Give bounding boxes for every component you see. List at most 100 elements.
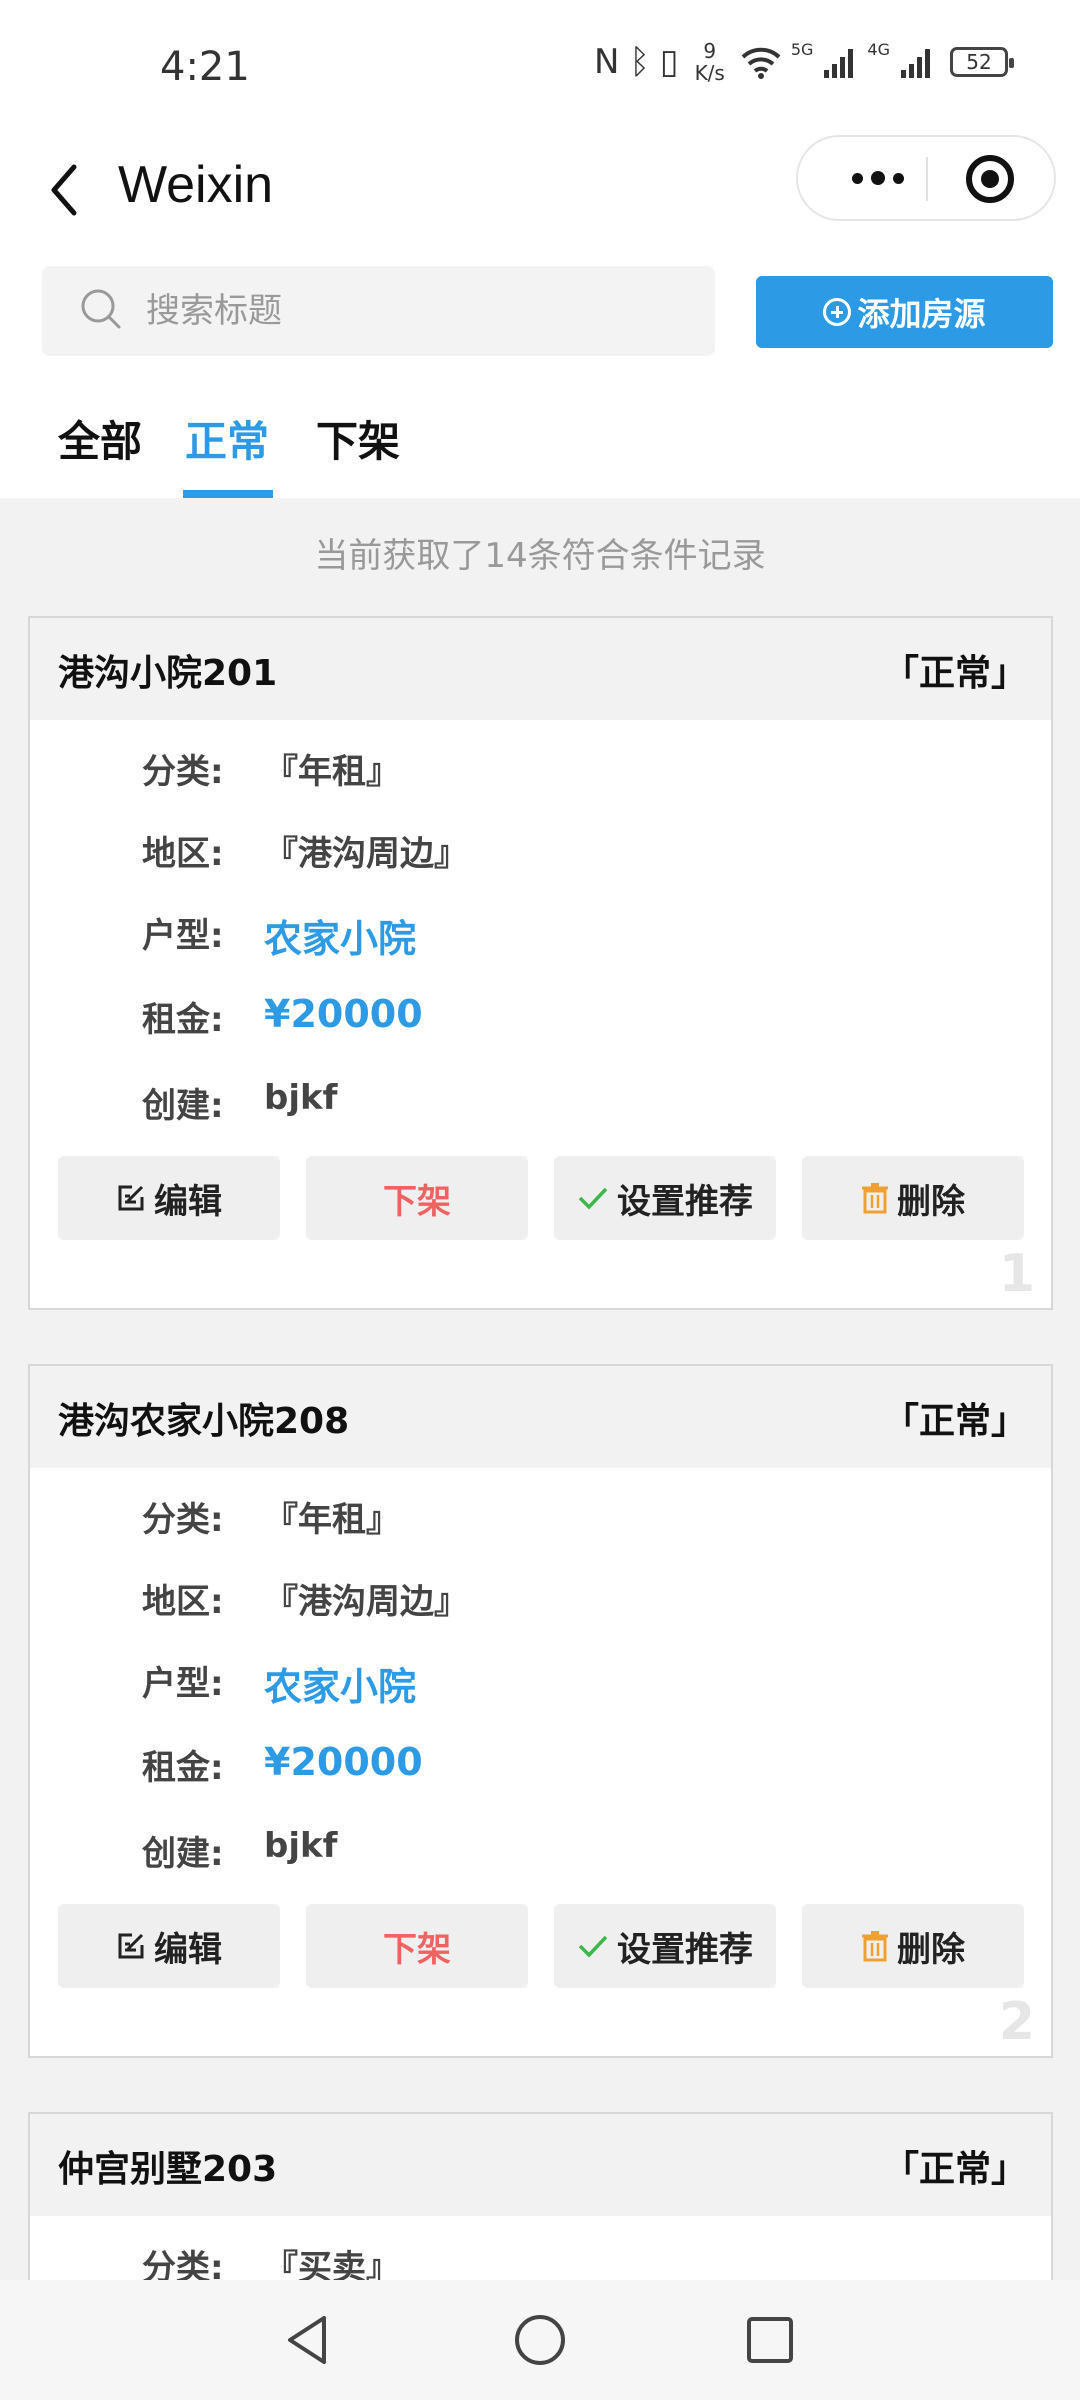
status-icons: N ᛒ ▯ 9 K/s 5G 4G 52	[594, 40, 1014, 84]
region-row: 地区: 『港沟周边』	[142, 1574, 468, 1623]
delete-button[interactable]: 删除	[802, 1156, 1024, 1240]
rent-label: 租金:	[142, 1000, 224, 1040]
offline-label: 下架	[383, 1929, 451, 1970]
card-header: 港沟农家小院208 「正常」	[30, 1366, 1051, 1468]
active-tab-indicator	[183, 490, 273, 498]
search-icon	[81, 289, 121, 329]
nfc-icon: N	[594, 42, 620, 82]
card-index: 1	[998, 1244, 1035, 1304]
net-speed-value: 9	[703, 39, 717, 63]
category-value: 『年租』	[264, 1500, 400, 1540]
edit-icon	[118, 1933, 144, 1959]
system-nav-bar	[0, 2280, 1080, 2400]
type-value: 农家小院	[264, 1665, 417, 1709]
card-index: 2	[998, 1992, 1035, 2052]
category-value: 『年租』	[264, 752, 400, 792]
offline-label: 下架	[383, 1181, 451, 1222]
creator-value: bjkf	[264, 1078, 338, 1118]
check-icon	[578, 1935, 608, 1958]
net-speed-unit: K/s	[694, 61, 725, 85]
net-speed: 9 K/s	[695, 40, 725, 84]
card-header: 港沟小院201 「正常」	[30, 618, 1051, 720]
check-icon	[578, 1187, 608, 1210]
capsule-divider	[926, 157, 928, 201]
rent-label: 租金:	[142, 1748, 224, 1788]
bluetooth-icon: ᛒ	[629, 42, 650, 82]
category-label: 分类:	[142, 752, 224, 792]
set-recommend-button[interactable]: 设置推荐	[554, 1156, 776, 1240]
card-actions: 编辑 下架 设置推荐 删除	[58, 1904, 1028, 1988]
listing-card: 港沟小院201 「正常」 分类: 『年租』 地区: 『港沟周边』 户型: 农家小院 租…	[28, 616, 1053, 1310]
type-label: 户型:	[142, 1664, 224, 1704]
nav-back-icon[interactable]	[278, 2310, 338, 2370]
edit-button[interactable]: 编辑	[58, 1904, 280, 1988]
listing-status: 「正常」	[882, 1401, 1027, 1442]
trash-icon	[862, 1183, 888, 1214]
listing-status: 「正常」	[882, 653, 1027, 694]
region-row: 地区: 『港沟周边』	[142, 826, 468, 875]
status-time: 4:21	[160, 44, 250, 90]
offline-button[interactable]: 下架	[306, 1904, 528, 1988]
tab-offline[interactable]: 下架	[316, 408, 400, 469]
region-label: 地区:	[142, 1582, 224, 1622]
listing-title: 仲宫别墅203	[58, 2149, 278, 2190]
type-row: 户型: 农家小院	[142, 1656, 416, 1711]
creator-row: 创建: bjkf	[142, 1078, 337, 1127]
tab-normal[interactable]: 正常	[185, 408, 269, 469]
add-circle-icon	[823, 298, 852, 326]
signal-5g-icon	[824, 49, 854, 78]
category-label: 分类:	[142, 1500, 224, 1540]
battery-level: 52	[966, 50, 992, 74]
delete-label: 删除	[897, 1929, 965, 1970]
vibrate-icon: ▯	[659, 42, 679, 82]
wifi-icon	[741, 47, 781, 79]
result-count-text: 当前获取了14条符合条件记录	[314, 536, 766, 576]
rent-value: ¥20000	[264, 992, 423, 1036]
search-input[interactable]	[146, 266, 686, 356]
rent-row: 租金: ¥20000	[142, 1740, 423, 1789]
listing-title: 港沟农家小院208	[58, 1401, 350, 1442]
back-arrow-icon[interactable]	[40, 155, 100, 225]
nav-home-icon[interactable]	[510, 2310, 570, 2370]
listing-status: 「正常」	[882, 2149, 1027, 2190]
card-actions: 编辑 下架 设置推荐 删除	[58, 1156, 1028, 1240]
category-row: 分类: 『年租』	[142, 744, 400, 793]
battery-icon: 52	[950, 47, 1014, 77]
type-label: 户型:	[142, 916, 224, 956]
set-recommend-label: 设置推荐	[617, 1181, 753, 1222]
nav-title: Weixin	[118, 156, 274, 214]
offline-button[interactable]: 下架	[306, 1156, 528, 1240]
more-dot-icon	[893, 172, 904, 184]
creator-row: 创建: bjkf	[142, 1826, 337, 1875]
set-recommend-button[interactable]: 设置推荐	[554, 1904, 776, 1988]
set-recommend-label: 设置推荐	[617, 1929, 753, 1970]
tab-all[interactable]: 全部	[58, 408, 142, 469]
edit-button[interactable]: 编辑	[58, 1156, 280, 1240]
more-dot-icon	[871, 171, 885, 185]
type-value: 农家小院	[264, 917, 417, 961]
trash-icon	[862, 1931, 888, 1962]
card-header: 仲宫别墅203 「正常」	[30, 2114, 1051, 2216]
creator-value: bjkf	[264, 1826, 338, 1866]
signal-5g-label: 5G	[790, 40, 814, 59]
filter-tabs: 全部 正常 下架	[0, 400, 1080, 498]
category-row: 分类: 『年租』	[142, 1492, 400, 1541]
more-menu-button[interactable]	[828, 137, 928, 219]
nav-bar: Weixin	[0, 135, 1080, 255]
search-bar	[42, 266, 715, 356]
edit-icon	[118, 1185, 144, 1211]
delete-button[interactable]: 删除	[802, 1904, 1024, 1988]
creator-label: 创建:	[142, 1834, 224, 1874]
close-miniprogram-icon[interactable]	[966, 155, 1014, 203]
miniprogram-capsule	[796, 135, 1056, 221]
signal-4g-label: 4G	[867, 40, 890, 59]
listing-card: 港沟农家小院208 「正常」 分类: 『年租』 地区: 『港沟周边』 户型: 农家小院…	[28, 1364, 1053, 2058]
nav-recents-icon[interactable]	[740, 2310, 800, 2370]
region-value: 『港沟周边』	[264, 834, 468, 874]
type-row: 户型: 农家小院	[142, 908, 416, 963]
add-listing-button[interactable]: 添加房源	[756, 276, 1053, 348]
add-listing-label: 添加房源	[857, 295, 986, 333]
delete-label: 删除	[897, 1181, 965, 1222]
listing-title: 港沟小院201	[58, 653, 278, 694]
edit-label: 编辑	[154, 1929, 222, 1970]
